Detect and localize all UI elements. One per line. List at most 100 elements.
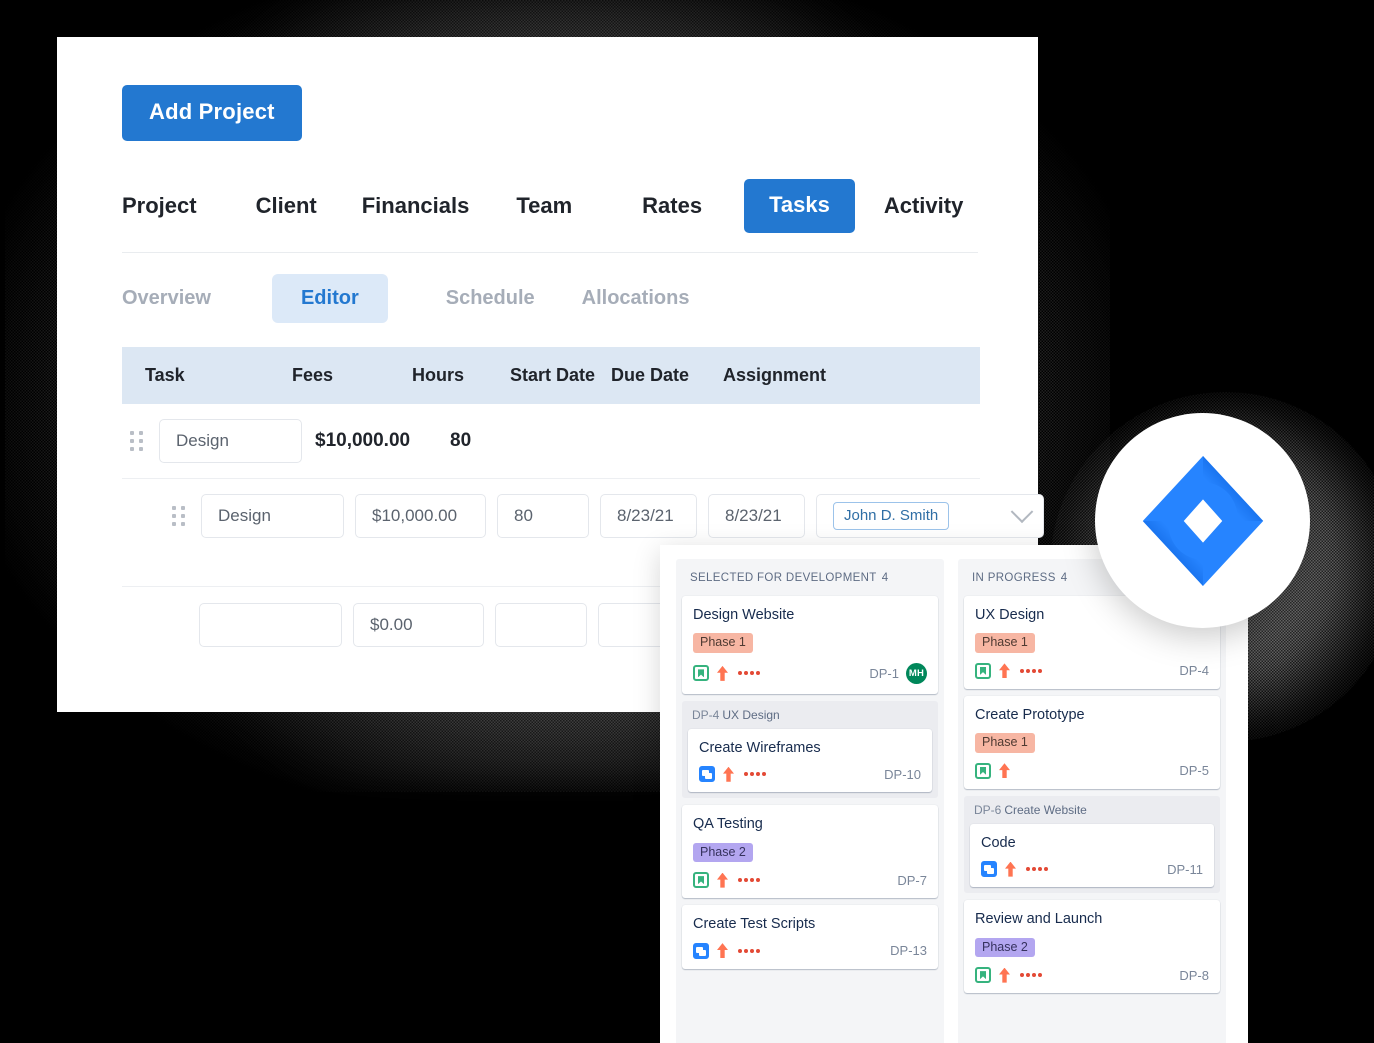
- new-fees-input[interactable]: $0.00: [353, 602, 484, 647]
- card-tag: Phase 1: [975, 633, 1035, 653]
- priority-high-icon: [717, 666, 728, 681]
- card-footer: DP-4: [975, 662, 1209, 679]
- row-fees-value: $10,000.00: [315, 430, 411, 451]
- due-date-input[interactable]: 8/23/21: [708, 493, 805, 538]
- table-row[interactable]: Design $10,000.00 80: [122, 404, 980, 478]
- card-footer: DP-1 MH: [693, 662, 927, 684]
- tab-tasks[interactable]: Tasks: [744, 179, 855, 233]
- subtab-editor[interactable]: Editor: [271, 274, 388, 323]
- card-footer: DP-7: [693, 872, 927, 889]
- card-tag: Phase 1: [693, 633, 753, 653]
- tab-financials[interactable]: Financials: [362, 181, 470, 231]
- tab-project[interactable]: Project: [122, 181, 197, 231]
- board-column-selected-for-development: SELECTED FOR DEVELOPMENT 4 Design Website…: [676, 559, 944, 1043]
- table-header-row: Task Fees Hours Start Date Due Date Assi…: [122, 347, 980, 404]
- column-header: SELECTED FOR DEVELOPMENT 4: [682, 559, 938, 596]
- new-task-name-input[interactable]: [199, 602, 342, 647]
- column-header-task: Task: [145, 365, 185, 385]
- subtask-icon: [693, 942, 709, 959]
- drag-handle-icon[interactable]: [169, 503, 187, 529]
- subtask-icon: [981, 861, 997, 878]
- card-title: Review and Launch: [975, 911, 1103, 928]
- card-key[interactable]: DP-13: [890, 943, 927, 958]
- column-header-due-date: Due Date: [611, 365, 690, 385]
- assignee-chip[interactable]: John D. Smith: [833, 501, 950, 530]
- board-card[interactable]: Create Wireframes DP-10: [688, 728, 932, 793]
- card-footer: DP-5: [975, 762, 1209, 779]
- priority-high-icon: [717, 943, 728, 958]
- board-column-in-progress: IN PROGRESS 4 UX Design Phase 1 DP-4 Crea…: [958, 559, 1226, 1043]
- board-card[interactable]: Code DP-11: [970, 823, 1214, 888]
- card-key[interactable]: DP-1: [869, 666, 899, 681]
- new-hours-input[interactable]: [495, 602, 587, 647]
- priority-high-icon: [999, 968, 1010, 983]
- card-key[interactable]: DP-10: [884, 767, 921, 782]
- card-title: Create Test Scripts: [693, 916, 816, 933]
- column-title: IN PROGRESS: [972, 572, 1056, 584]
- board-card[interactable]: QA Testing Phase 2 DP-7: [682, 805, 938, 899]
- priority-high-icon: [999, 763, 1010, 778]
- board-card[interactable]: Design Website Phase 1 DP-1 MH: [682, 596, 938, 694]
- story-icon: [693, 665, 709, 682]
- card-footer: DP-11: [981, 861, 1203, 878]
- swimlane-key: DP-4: [692, 707, 720, 722]
- tab-team[interactable]: Team: [516, 181, 572, 231]
- hours-input[interactable]: 80: [497, 493, 589, 538]
- card-footer: DP-10: [699, 766, 921, 783]
- subtask-icon: [699, 766, 715, 783]
- card-key[interactable]: DP-11: [1167, 862, 1203, 877]
- card-title: Code: [981, 834, 1016, 851]
- board-card[interactable]: Review and Launch Phase 2 DP-8: [964, 900, 1220, 994]
- tab-client[interactable]: Client: [256, 181, 317, 231]
- fees-input[interactable]: $10,000.00: [355, 493, 486, 538]
- avatar[interactable]: MH: [906, 662, 927, 684]
- story-icon: [975, 967, 991, 984]
- card-key[interactable]: DP-5: [1179, 763, 1209, 778]
- card-key[interactable]: DP-4: [1179, 663, 1209, 678]
- assignment-select[interactable]: John D. Smith: [816, 493, 1044, 538]
- chevron-down-icon[interactable]: [1010, 499, 1034, 523]
- priority-high-icon: [717, 873, 728, 888]
- tab-activity[interactable]: Activity: [884, 181, 963, 231]
- card-title: QA Testing: [693, 816, 763, 833]
- priority-high-icon: [1005, 862, 1016, 877]
- swimlane-key: DP-6: [974, 802, 1002, 817]
- task-name-input[interactable]: Design: [201, 493, 344, 538]
- screenshot-root: Add Project Project Client Financials Te…: [0, 0, 1374, 1043]
- swimlane-header[interactable]: DP-4 UX Design: [688, 701, 932, 729]
- column-header-fees: Fees: [292, 365, 334, 385]
- secondary-tab-bar: Overview Editor Schedule Allocations: [122, 274, 1038, 323]
- card-title: Create Prototype: [975, 706, 1085, 723]
- start-date-input[interactable]: 8/23/21: [600, 493, 697, 538]
- jira-logo-badge: [1095, 413, 1310, 628]
- estimate-dots-icon: [1020, 668, 1042, 673]
- estimate-dots-icon: [738, 878, 760, 883]
- subtab-schedule[interactable]: Schedule: [446, 274, 535, 323]
- story-icon: [693, 872, 709, 889]
- subtab-overview[interactable]: Overview: [122, 274, 211, 323]
- card-footer: DP-8: [975, 967, 1209, 984]
- swimlane-header[interactable]: DP-6 Create Website: [970, 796, 1214, 824]
- drag-handle-icon[interactable]: [127, 428, 145, 454]
- column-header-hours: Hours: [412, 365, 465, 385]
- column-header-assignment: Assignment: [723, 365, 827, 385]
- estimate-dots-icon: [1020, 973, 1042, 978]
- board-card[interactable]: Create Test Scripts DP-13: [682, 905, 938, 969]
- swimlane-name: Create Website: [1004, 802, 1087, 817]
- table-row[interactable]: Design $10,000.00 80 8/23/21 8/23/21 Joh…: [122, 478, 1044, 552]
- subtab-allocations[interactable]: Allocations: [582, 274, 690, 323]
- task-name-input[interactable]: Design: [159, 419, 302, 463]
- add-project-button[interactable]: Add Project: [122, 85, 302, 141]
- card-key[interactable]: DP-8: [1179, 968, 1209, 983]
- board-card[interactable]: Create Prototype Phase 1 DP-5: [964, 695, 1220, 789]
- tab-rates[interactable]: Rates: [642, 181, 702, 231]
- story-icon: [975, 662, 991, 679]
- column-title: SELECTED FOR DEVELOPMENT: [690, 572, 877, 584]
- swimlane-group: DP-6 Create Website Code DP-11: [964, 795, 1220, 894]
- card-key[interactable]: DP-7: [897, 873, 927, 888]
- column-count: 4: [881, 572, 889, 584]
- jira-logo-icon: [1142, 455, 1263, 586]
- swimlane-group: DP-4 UX Design Create Wireframes DP-10: [682, 700, 938, 799]
- column-count: 4: [1060, 572, 1068, 584]
- primary-tab-bar: Project Client Financials Team Rates Tas…: [122, 179, 978, 253]
